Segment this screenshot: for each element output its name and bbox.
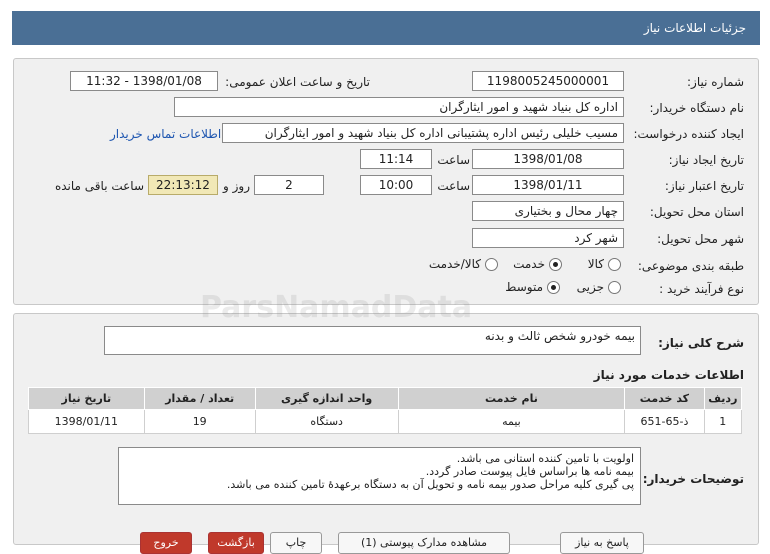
- radio-circle-medium[interactable]: [547, 280, 560, 294]
- col-name: نام خدمت: [397, 387, 626, 410]
- province-label: استان محل تحویل:: [649, 205, 744, 219]
- cell-code: ذ-65-651: [624, 409, 705, 434]
- category-goods-label: کالا: [587, 257, 604, 271]
- city-label: شهر محل تحویل:: [657, 232, 744, 246]
- category-radio-goods-service[interactable]: کالا/خدمت: [429, 257, 498, 271]
- summary-field: بیمه خودرو شخص ثالث و بدنه: [104, 326, 641, 355]
- category-label: طبقه بندی موضوعی:: [637, 259, 744, 273]
- col-date: تاریخ نیاز: [28, 387, 145, 410]
- radio-circle-goods-service[interactable]: [485, 257, 498, 271]
- process-label: نوع فرآیند خرید :: [659, 282, 744, 296]
- summary-label: شرح کلی نیاز:: [658, 336, 744, 350]
- table-header-row: ردیف کد خدمت نام خدمت واحد اندازه گیری ت…: [28, 387, 743, 410]
- buyer-note-line: پی گیری کلیه مراحل صدور بیمه نامه و تحوی…: [226, 478, 634, 491]
- col-row: ردیف: [703, 387, 743, 410]
- reply-button[interactable]: پاسخ به نیاز: [560, 532, 644, 554]
- validity-time-field: 10:00: [360, 175, 432, 195]
- col-qty: تعداد / مقدار: [143, 387, 256, 410]
- validity-time-label: ساعت: [437, 179, 470, 193]
- cell-row: 1: [703, 409, 743, 434]
- city-field: شهر کرد: [472, 228, 624, 248]
- buyer-notes-label: توضیحات خریدار:: [642, 472, 744, 486]
- page-header: جزئیات اطلاعات نیاز: [12, 11, 760, 45]
- category-radio-service[interactable]: خدمت: [513, 257, 562, 271]
- page-title: جزئیات اطلاعات نیاز: [643, 21, 746, 35]
- process-medium-label: متوسط: [505, 280, 543, 294]
- radio-circle-goods[interactable]: [608, 257, 621, 271]
- radio-circle-minor[interactable]: [608, 280, 621, 294]
- buyer-note-line: بیمه نامه ها براساس فایل پیوست صادر گردد…: [425, 465, 634, 478]
- days-label: روز و: [223, 179, 250, 193]
- cell-name: بیمه: [397, 409, 626, 434]
- cell-qty: 19: [143, 409, 256, 434]
- created-date-field: 1398/01/08: [472, 149, 624, 169]
- cell-unit: دستگاه: [254, 409, 399, 434]
- back-button[interactable]: بازگشت: [208, 532, 264, 554]
- category-service-label: خدمت: [513, 257, 545, 271]
- requester-field: مسیب خلیلی رئیس اداره پشتیبانی اداره کل …: [222, 123, 624, 143]
- created-time-field: 11:14: [360, 149, 432, 169]
- attachments-button[interactable]: مشاهده مدارک پیوستی (1): [338, 532, 510, 554]
- services-title: اطلاعات خدمات مورد نیاز: [593, 368, 744, 382]
- buyer-org-label: نام دستگاه خریدار:: [649, 101, 745, 115]
- announce-label: تاریخ و ساعت اعلان عمومی:: [225, 75, 370, 89]
- requester-label: ایجاد کننده درخواست:: [633, 127, 744, 141]
- process-radio-medium[interactable]: متوسط: [505, 280, 560, 294]
- table-row: 1 ذ-65-651 بیمه دستگاه 19 1398/01/11: [28, 409, 743, 434]
- need-number-field: 1198005245000001: [472, 71, 624, 91]
- remaining-time-label: ساعت باقی مانده: [54, 179, 144, 193]
- created-time-label: ساعت: [437, 153, 470, 167]
- need-number-label: شماره نیاز:: [687, 75, 744, 89]
- created-date-label: تاریخ ایجاد نیاز:: [668, 153, 744, 167]
- buyer-org-field: اداره کل بنیاد شهید و امور ایثارگران: [174, 97, 624, 117]
- category-radio-goods[interactable]: کالا: [588, 257, 621, 271]
- announce-field: 1398/01/08 - 11:32: [70, 71, 218, 91]
- exit-button[interactable]: خروج: [140, 532, 192, 554]
- print-button[interactable]: چاپ: [270, 532, 322, 554]
- col-code: کد خدمت: [624, 387, 705, 410]
- buyer-note-line: اولویت با تامین کننده استانی می باشد.: [456, 452, 634, 465]
- process-radio-minor[interactable]: جزیی: [577, 280, 621, 294]
- radio-circle-service[interactable]: [549, 257, 562, 271]
- services-table: ردیف کد خدمت نام خدمت واحد اندازه گیری ت…: [28, 387, 743, 434]
- validity-date-label: تاریخ اعتبار نیاز:: [664, 179, 744, 193]
- buyer-notes-box: اولویت با تامین کننده استانی می باشد. بی…: [118, 447, 641, 505]
- remaining-time-field: 22:13:12: [148, 175, 218, 195]
- watermark-text: ParsNamadData: [200, 290, 473, 325]
- col-unit: واحد اندازه گیری: [254, 387, 399, 410]
- category-goods-service-label: کالا/خدمت: [428, 257, 481, 271]
- process-minor-label: جزیی: [576, 280, 604, 294]
- buyer-contact-link[interactable]: اطلاعات تماس خریدار: [110, 127, 221, 141]
- cell-date: 1398/01/11: [28, 409, 145, 434]
- province-field: چهار محال و بختیاری: [472, 201, 624, 221]
- validity-date-field: 1398/01/11: [472, 175, 624, 195]
- remaining-days-field: 2: [254, 175, 324, 195]
